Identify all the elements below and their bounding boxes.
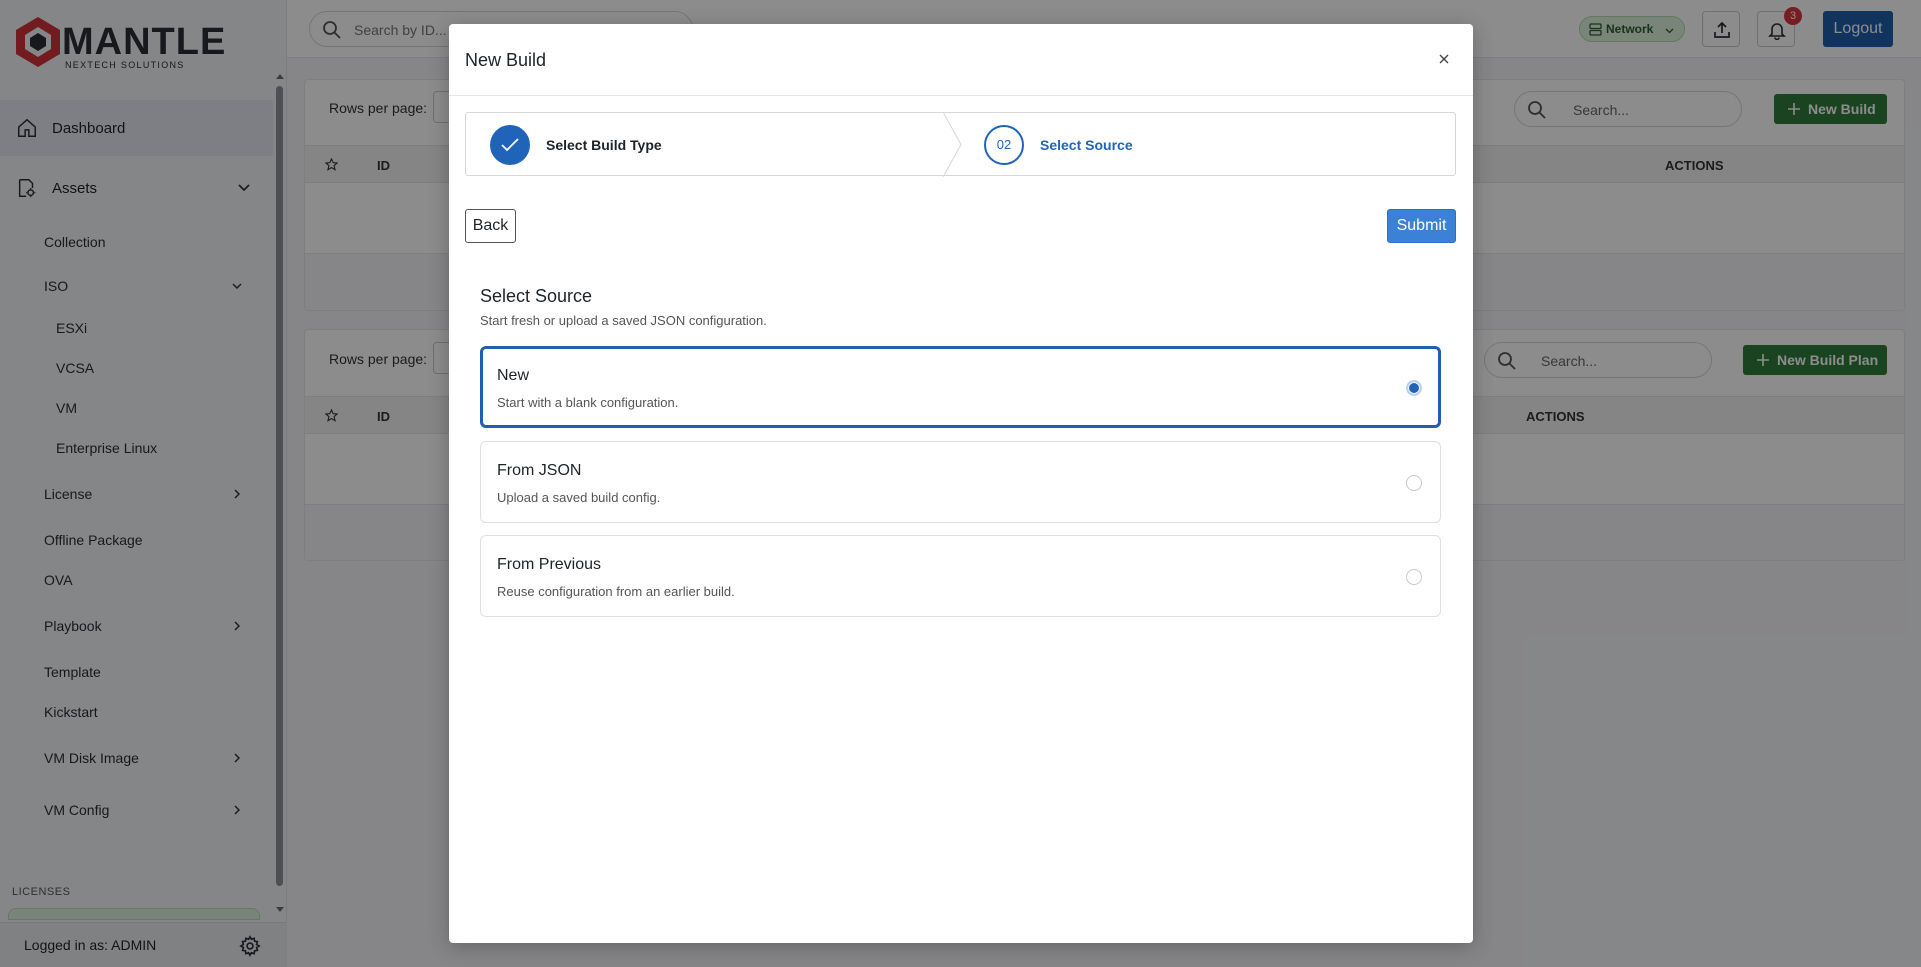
step-2-label[interactable]: Select Source [1040, 137, 1133, 153]
option-description: Reuse configuration from an earlier buil… [497, 584, 735, 599]
check-icon [501, 138, 519, 152]
option-title: New [497, 367, 530, 384]
radio-unselected[interactable] [1406, 475, 1422, 491]
wizard-stepper: Select Build Type 02 Select Source [465, 112, 1456, 177]
step-separator [942, 112, 962, 177]
option-description: Start with a blank configuration. [497, 395, 679, 410]
radio-selected[interactable] [1406, 380, 1422, 396]
new-build-modal: New Build Select Build Type 02 Select So… [449, 24, 1473, 943]
section-title: Select Source [480, 286, 593, 306]
step-2-indicator[interactable]: 02 [984, 125, 1024, 165]
source-option-from-json[interactable]: From JSON Upload a saved build config. [480, 441, 1441, 523]
step-1-indicator[interactable] [490, 125, 530, 165]
radio-unselected[interactable] [1406, 569, 1422, 585]
section-subtitle: Start fresh or upload a saved JSON confi… [480, 313, 767, 328]
source-option-new[interactable]: New Start with a blank configuration. [480, 346, 1441, 428]
submit-button[interactable]: Submit [1387, 209, 1456, 243]
modal-header: New Build [449, 24, 1473, 96]
option-title: From Previous [497, 556, 602, 573]
modal-title: New Build [465, 50, 547, 70]
option-title: From JSON [497, 462, 582, 479]
source-option-from-previous[interactable]: From Previous Reuse configuration from a… [480, 535, 1441, 617]
close-icon[interactable] [1437, 52, 1451, 66]
option-description: Upload a saved build config. [497, 490, 661, 505]
step-1-label[interactable]: Select Build Type [546, 137, 662, 153]
back-button[interactable]: Back [465, 209, 516, 243]
